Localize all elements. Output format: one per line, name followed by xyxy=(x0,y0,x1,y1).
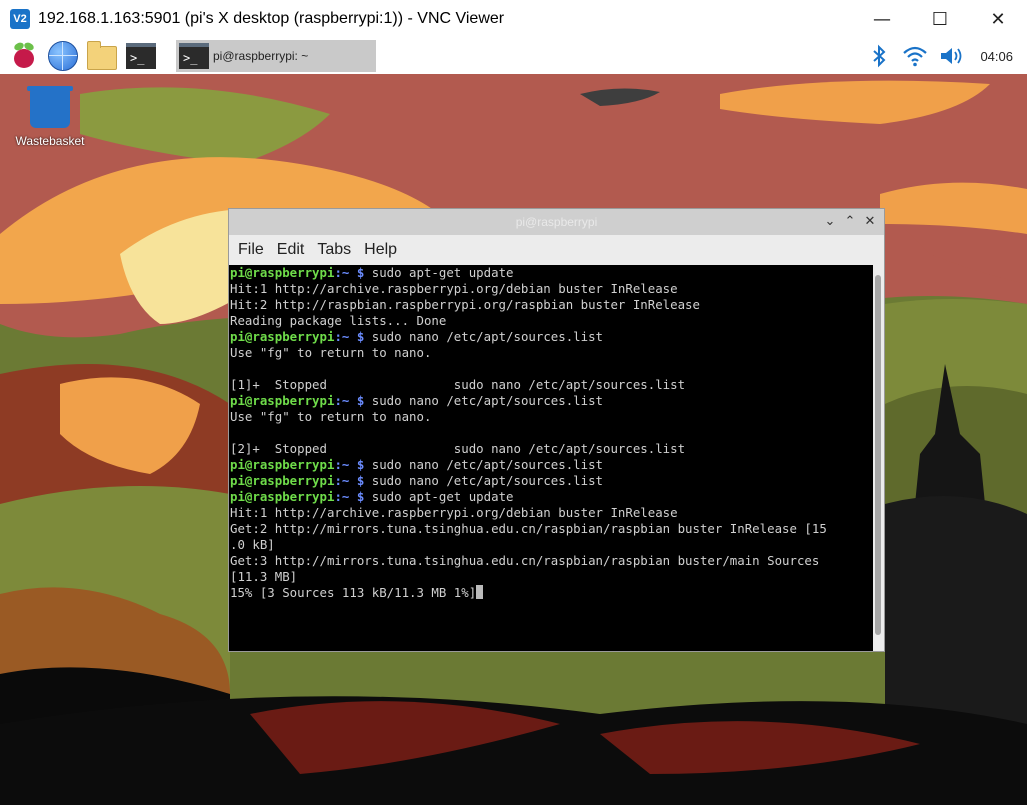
scrollbar-thumb[interactable] xyxy=(875,275,881,635)
terminal-icon: >_ xyxy=(179,43,209,69)
terminal-icon: >_ xyxy=(126,43,156,69)
window-controls: — ☐ ✕ xyxy=(853,0,1027,38)
volume-icon[interactable] xyxy=(936,41,966,71)
close-button[interactable]: ✕ xyxy=(969,0,1027,38)
web-browser-launcher[interactable] xyxy=(48,41,78,71)
vnc-titlebar: V2 192.168.1.163:5901 (pi's X desktop (r… xyxy=(0,0,1027,38)
wastebasket-icon xyxy=(27,86,73,128)
terminal-line: pi@raspberrypi:~ $ sudo nano /etc/apt/so… xyxy=(229,457,873,473)
prompt-path: :~ $ xyxy=(334,457,372,472)
command-text: sudo apt-get update xyxy=(371,265,514,280)
terminal-line: Hit:1 http://archive.raspberrypi.org/deb… xyxy=(229,281,873,297)
terminal-line: pi@raspberrypi:~ $ sudo nano /etc/apt/so… xyxy=(229,393,873,409)
output-text: Get:3 http://mirrors.tuna.tsinghua.edu.c… xyxy=(230,553,820,568)
wastebasket-desktop-icon[interactable]: Wastebasket xyxy=(10,86,90,148)
system-tray: 04:06 xyxy=(864,38,1027,74)
terminal-line: Get:3 http://mirrors.tuna.tsinghua.edu.c… xyxy=(229,553,873,569)
prompt-user: pi@raspberrypi xyxy=(230,473,335,488)
output-text: [11.3 MB] xyxy=(230,569,298,584)
menu-edit[interactable]: Edit xyxy=(277,241,305,259)
terminal-window-controls: ⌄ ⌃ ✕ xyxy=(822,213,878,229)
output-text: Use "fg" to return to nano. xyxy=(230,345,432,360)
minimize-icon[interactable]: ⌄ xyxy=(822,213,838,229)
prompt-path: :~ $ xyxy=(334,473,372,488)
output-text: Hit:1 http://archive.raspberrypi.org/deb… xyxy=(230,505,678,520)
maximize-button[interactable]: ☐ xyxy=(911,0,969,38)
output-text: Use "fg" to return to nano. xyxy=(230,409,432,424)
output-text: .0 kB] xyxy=(230,537,275,552)
clock[interactable]: 04:06 xyxy=(980,49,1013,64)
terminal-line: pi@raspberrypi:~ $ sudo nano /etc/apt/so… xyxy=(229,329,873,345)
output-text: Reading package lists... Done xyxy=(230,313,447,328)
prompt-user: pi@raspberrypi xyxy=(230,265,335,280)
wifi-icon[interactable] xyxy=(900,41,930,71)
terminal-menubar: File Edit Tabs Help xyxy=(229,235,884,265)
terminal-line: pi@raspberrypi:~ $ sudo apt-get update xyxy=(229,265,873,281)
terminal-line: Use "fg" to return to nano. xyxy=(229,409,873,425)
file-manager-launcher[interactable] xyxy=(87,41,117,71)
wastebasket-label: Wastebasket xyxy=(15,134,85,148)
prompt-path: :~ $ xyxy=(334,329,372,344)
command-text: sudo nano /etc/apt/sources.list xyxy=(371,329,604,344)
terminal-line: .0 kB] xyxy=(229,537,873,553)
command-text: sudo nano /etc/apt/sources.list xyxy=(371,457,604,472)
terminal-line: pi@raspberrypi:~ $ sudo apt-get update xyxy=(229,489,873,505)
output-text: 15% [3 Sources 113 kB/11.3 MB 1%] xyxy=(230,585,477,600)
raspberry-menu-button[interactable] xyxy=(9,41,39,71)
terminal-line: pi@raspberrypi:~ $ sudo nano /etc/apt/so… xyxy=(229,473,873,489)
output-text: Hit:2 http://raspbian.raspberrypi.org/ra… xyxy=(230,297,700,312)
menu-file[interactable]: File xyxy=(238,241,264,259)
command-text: sudo apt-get update xyxy=(371,489,514,504)
terminal-titlebar[interactable]: pi@raspberrypi ⌄ ⌃ ✕ xyxy=(229,209,884,235)
terminal-line: [2]+ Stopped sudo nano /etc/apt/sources.… xyxy=(229,441,873,457)
terminal-line: Reading package lists... Done xyxy=(229,313,873,329)
terminal-output[interactable]: pi@raspberrypi:~ $ sudo apt-get update Hi… xyxy=(229,265,873,651)
terminal-line: [1]+ Stopped sudo nano /etc/apt/sources.… xyxy=(229,377,873,393)
globe-icon xyxy=(48,41,78,71)
terminal-line: Use "fg" to return to nano. xyxy=(229,345,873,361)
terminal-line: Hit:1 http://archive.raspberrypi.org/deb… xyxy=(229,505,873,521)
vnc-logo-icon: V2 xyxy=(10,9,30,29)
terminal-line: Get:2 http://mirrors.tuna.tsinghua.edu.c… xyxy=(229,521,873,537)
terminal-title: pi@raspberrypi xyxy=(515,215,598,229)
prompt-path: :~ $ xyxy=(334,489,372,504)
maximize-icon[interactable]: ⌃ xyxy=(842,213,858,229)
terminal-line xyxy=(229,425,873,441)
terminal-line: [11.3 MB] xyxy=(229,569,873,585)
terminal-cursor xyxy=(476,585,484,599)
output-text: [2]+ Stopped sudo nano /etc/apt/sources.… xyxy=(230,441,686,456)
prompt-user: pi@raspberrypi xyxy=(230,329,335,344)
terminal-line: 15% [3 Sources 113 kB/11.3 MB 1%] xyxy=(229,585,873,601)
close-icon[interactable]: ✕ xyxy=(862,213,878,229)
terminal-window[interactable]: pi@raspberrypi ⌄ ⌃ ✕ File Edit Tabs Help… xyxy=(228,208,885,652)
output-text: Get:2 http://mirrors.tuna.tsinghua.edu.c… xyxy=(230,521,827,536)
terminal-line: Hit:2 http://raspbian.raspberrypi.org/ra… xyxy=(229,297,873,313)
prompt-path: :~ $ xyxy=(334,265,372,280)
prompt-user: pi@raspberrypi xyxy=(230,457,335,472)
command-text: sudo nano /etc/apt/sources.list xyxy=(371,473,604,488)
minimize-button[interactable]: — xyxy=(853,0,911,38)
output-text: Hit:1 http://archive.raspberrypi.org/deb… xyxy=(230,281,678,296)
menu-help[interactable]: Help xyxy=(364,241,397,259)
output-text: [1]+ Stopped sudo nano /etc/apt/sources.… xyxy=(230,377,686,392)
prompt-path: :~ $ xyxy=(334,393,372,408)
window-title: 192.168.1.163:5901 (pi's X desktop (rasp… xyxy=(38,10,505,27)
folder-icon xyxy=(87,41,117,70)
taskbar-window-label: pi@raspberrypi: ~ xyxy=(213,49,309,63)
terminal-line xyxy=(229,361,873,377)
taskbar-window-button[interactable]: >_ pi@raspberrypi: ~ xyxy=(176,40,376,72)
terminal-launcher[interactable]: >_ xyxy=(126,41,156,71)
raspberry-pi-icon xyxy=(11,41,37,70)
menu-tabs[interactable]: Tabs xyxy=(317,241,351,259)
bluetooth-icon[interactable] xyxy=(864,41,894,71)
prompt-user: pi@raspberrypi xyxy=(230,489,335,504)
prompt-user: pi@raspberrypi xyxy=(230,393,335,408)
command-text: sudo nano /etc/apt/sources.list xyxy=(371,393,604,408)
terminal-scrollbar[interactable] xyxy=(873,265,884,651)
